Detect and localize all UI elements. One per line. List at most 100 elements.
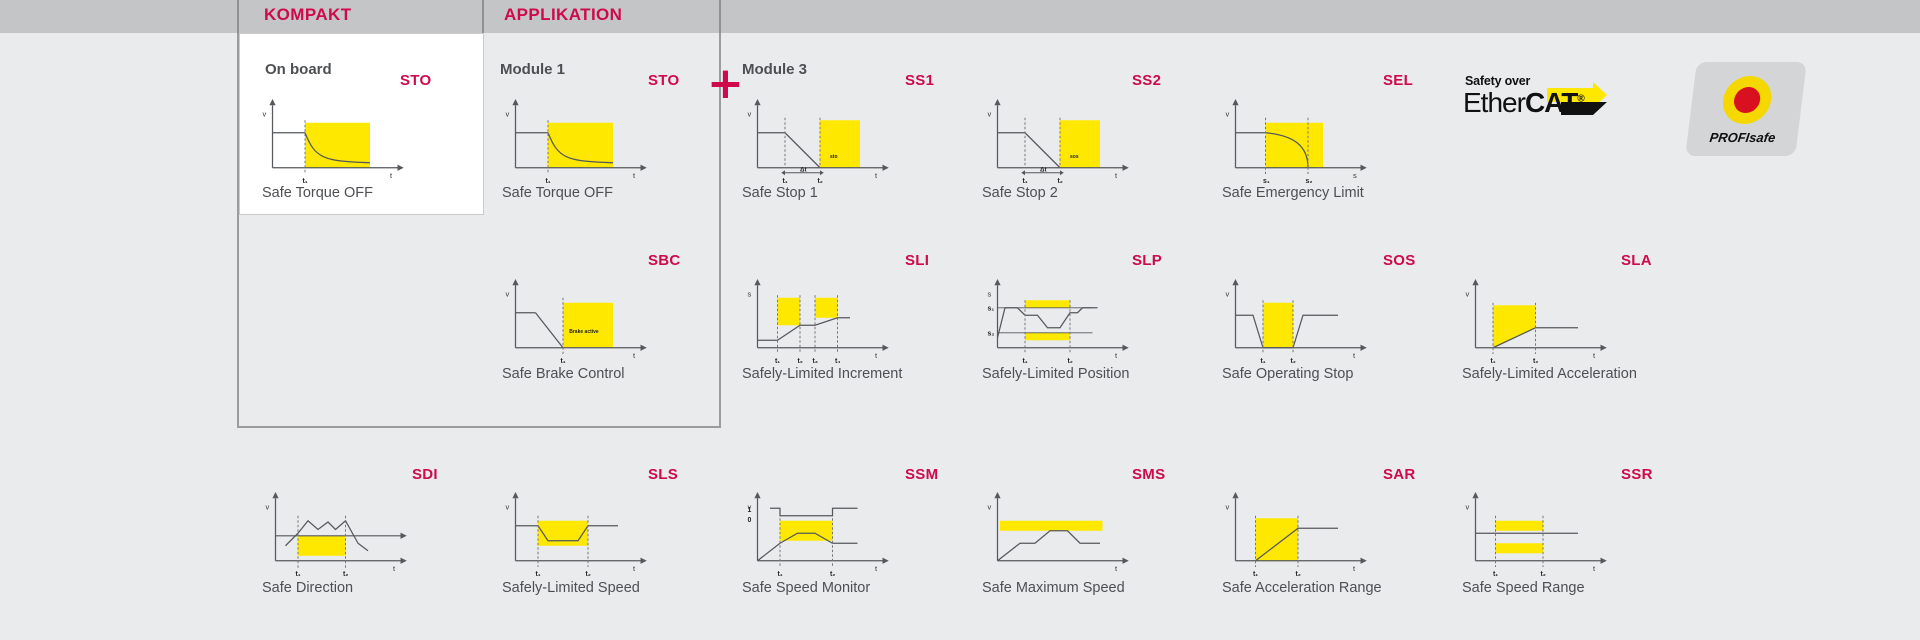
- function-name-slp-7: Safely-Limited Position: [982, 366, 1130, 382]
- diagram-sar-14: v t t₁ t₂: [1218, 488, 1367, 578]
- function-name-sel-4: Safe Emergency Limit: [1222, 185, 1364, 201]
- diagram-ssm-12: v t t₁ t₂ 1 0: [740, 488, 889, 578]
- function-code-sls-11: SLS: [648, 466, 679, 483]
- function-name-ssr-15: Safe Speed Range: [1462, 580, 1585, 596]
- function-code-sos-8: SOS: [1383, 252, 1416, 269]
- diagram-sos-8: v t t₁ t₂: [1218, 275, 1367, 365]
- svg-text:t: t: [1593, 564, 1596, 573]
- diagram-ss1-2: v t sto t₁ Δt t₂: [740, 95, 889, 185]
- function-diagram: v t t₁ t₂: [506, 492, 647, 578]
- svg-text:t: t: [393, 564, 396, 573]
- svg-text:t: t: [1115, 564, 1118, 573]
- function-diagram: vt: [988, 492, 1129, 573]
- function-diagram: v t sto t₁ Δt t₂: [748, 99, 889, 185]
- svg-text:t₄: t₄: [835, 358, 841, 363]
- svg-text:sos: sos: [1070, 154, 1079, 160]
- diagram-ss2-3: v t sos t₁ Δt t₂: [980, 95, 1129, 185]
- svg-text:t₁: t₁: [546, 178, 551, 183]
- function-diagram: v t Brake active t₁: [506, 279, 647, 365]
- safety-over-ethercat-logo: Safety over EtherCAT®: [1463, 74, 1608, 120]
- diagram-sdi-10: v t t₁ t₂: [258, 488, 407, 578]
- function-diagram: v t t₁ t₂: [266, 492, 407, 578]
- svg-text:t: t: [875, 351, 878, 360]
- svg-text:t₁: t₁: [778, 571, 783, 576]
- svg-text:t₁: t₁: [1491, 358, 1496, 363]
- function-name-ss2-3: Safe Stop 2: [982, 185, 1058, 201]
- svg-text:Δt: Δt: [800, 167, 807, 174]
- plus-icon: +: [707, 58, 744, 109]
- svg-text:t₂: t₂: [818, 178, 823, 183]
- diagram-sbc-5: v t Brake active t₁: [498, 275, 647, 365]
- svg-text:v: v: [506, 290, 510, 299]
- svg-text:v: v: [263, 110, 267, 119]
- svg-text:t: t: [1353, 564, 1356, 573]
- diagram-sto-1: v t t₁: [498, 95, 647, 185]
- svg-text:v: v: [1226, 110, 1230, 119]
- svg-text:t₂: t₂: [1068, 358, 1073, 363]
- svg-text:t₃: t₃: [813, 358, 818, 363]
- svg-text:t₁: t₁: [561, 358, 566, 363]
- svg-text:0: 0: [748, 517, 752, 524]
- diagram-sla-9: v t t₁ t₂: [1458, 275, 1607, 365]
- function-diagram: v t t₁ t₂: [1466, 279, 1607, 365]
- function-name-ss1-2: Safe Stop 1: [742, 185, 818, 201]
- section-underline: [237, 426, 721, 428]
- diagram-sms-13: vt: [980, 488, 1129, 573]
- function-code-sar-14: SAR: [1383, 466, 1416, 483]
- function-code-sbc-5: SBC: [648, 252, 681, 269]
- svg-text:Δt: Δt: [1040, 167, 1047, 174]
- header-label-kompakt: KOMPAKT: [264, 5, 352, 24]
- svg-text:t₂: t₂: [1291, 358, 1296, 363]
- ethercat-registered-mark: ®: [1577, 93, 1584, 105]
- svg-text:t₂: t₂: [1541, 571, 1546, 576]
- function-code-sms-13: SMS: [1132, 466, 1166, 483]
- profisafe-wordmark: PROFIsafe: [1708, 130, 1777, 145]
- ethercat-tagline: Safety over: [1465, 74, 1531, 88]
- function-code-sli-6: SLI: [905, 252, 930, 269]
- svg-text:t₂: t₂: [830, 571, 835, 576]
- function-code-sdi-10: SDI: [412, 466, 438, 483]
- svg-text:t₁: t₁: [1261, 358, 1266, 363]
- svg-text:t₁: t₁: [783, 178, 788, 183]
- function-code-sto-1: STO: [648, 72, 680, 89]
- function-name-sar-14: Safe Acceleration Range: [1222, 580, 1382, 596]
- svg-text:s₂: s₂: [988, 330, 995, 337]
- svg-text:t₁: t₁: [1253, 571, 1258, 576]
- function-name-sos-8: Safe Operating Stop: [1222, 366, 1354, 382]
- svg-text:t: t: [1353, 351, 1356, 360]
- diagram-slp-7: s t t₁ t₂ s₁ s₂: [980, 275, 1129, 365]
- svg-text:t₂: t₂: [343, 571, 348, 576]
- svg-text:v: v: [748, 110, 752, 119]
- svg-text:v: v: [506, 503, 510, 512]
- svg-text:t: t: [633, 171, 636, 180]
- function-name-sbc-5: Safe Brake Control: [502, 366, 625, 382]
- svg-text:v: v: [266, 503, 270, 512]
- diagram-sel-4: v s s₁ s₂: [1218, 95, 1367, 185]
- header-divider-mid: [482, 0, 484, 33]
- profisafe-logo: PROFIsafe: [1685, 62, 1807, 156]
- svg-text:t: t: [633, 351, 636, 360]
- function-code-ssm-12: SSM: [905, 466, 939, 483]
- svg-text:sto: sto: [830, 154, 838, 160]
- function-diagram: v t t₁: [506, 99, 647, 185]
- module1-title: Module 1: [500, 61, 566, 78]
- svg-text:Brake active: Brake active: [569, 329, 599, 335]
- svg-text:s₁: s₁: [988, 305, 995, 312]
- svg-text:t₂: t₂: [586, 571, 591, 576]
- diagram-ssr-15: v t t₁ t₂: [1458, 488, 1607, 578]
- svg-text:t₁: t₁: [536, 571, 541, 576]
- svg-text:t₂: t₂: [1058, 178, 1063, 183]
- function-diagram: v s s₁ s₂: [1226, 99, 1367, 185]
- svg-text:t₁: t₁: [1023, 178, 1028, 183]
- function-diagram: s t t₁ t₂ s₁ s₂: [988, 279, 1129, 365]
- ethercat-wordmark: EtherCAT®: [1463, 87, 1585, 119]
- diagram-sls-11: v t t₁ t₂: [498, 488, 647, 578]
- profisafe-dot-icon: [1732, 87, 1762, 113]
- function-name-sto-1: Safe Torque OFF: [502, 185, 613, 201]
- function-diagram: v t t₁: [263, 99, 404, 185]
- function-code-sla-9: SLA: [1621, 252, 1652, 269]
- svg-text:t₁: t₁: [1493, 571, 1498, 576]
- svg-text:v: v: [1466, 503, 1470, 512]
- svg-text:t: t: [390, 171, 393, 180]
- svg-text:s₁: s₁: [1263, 178, 1270, 183]
